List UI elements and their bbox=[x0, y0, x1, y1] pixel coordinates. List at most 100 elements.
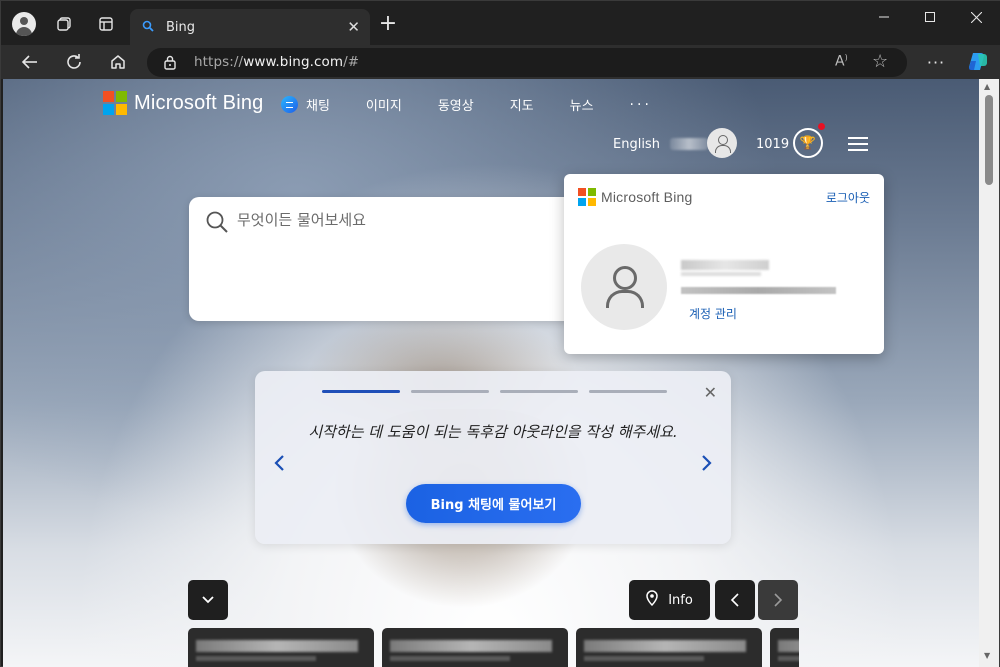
close-window-button[interactable] bbox=[953, 1, 999, 33]
minimize-icon bbox=[879, 16, 889, 18]
page-scrollbar[interactable]: ▲ ▼ bbox=[979, 79, 999, 667]
image-info-button[interactable]: Info bbox=[629, 580, 710, 620]
nav-videos-label: 동영상 bbox=[437, 99, 474, 114]
news-card[interactable] bbox=[576, 628, 762, 667]
chevron-right-icon[interactable] bbox=[701, 453, 713, 477]
profile-icon bbox=[12, 12, 36, 36]
url-text[interactable]: https://www.bing.com/# bbox=[194, 54, 359, 70]
ask-bing-chat-button[interactable]: Bing 채팅에 물어보기 bbox=[406, 484, 581, 523]
bing-logo[interactable]: Microsoft Bing bbox=[103, 91, 264, 115]
account-email-redacted bbox=[681, 287, 836, 294]
nav-images-label: 이미지 bbox=[365, 99, 402, 114]
microsoft-logo-icon bbox=[103, 91, 127, 115]
account-dropdown: Microsoft Bing 로그아웃 계정 관리 bbox=[564, 174, 884, 354]
language-link[interactable]: English bbox=[613, 137, 660, 152]
info-label: Info bbox=[668, 592, 693, 608]
hamburger-menu-icon[interactable] bbox=[848, 137, 868, 151]
next-image-button[interactable] bbox=[758, 580, 798, 620]
search-icon[interactable] bbox=[205, 210, 229, 238]
search-box[interactable] bbox=[189, 197, 585, 321]
news-card-sub-redacted bbox=[196, 656, 316, 661]
news-card-title-redacted bbox=[778, 640, 799, 652]
user-name-redacted[interactable] bbox=[670, 138, 708, 150]
avatar[interactable] bbox=[707, 128, 737, 158]
browser-window: Bing ✕ + https://www.bing.com/# A) ☆ ···… bbox=[0, 0, 1000, 667]
manage-account-link[interactable]: 계정 관리 bbox=[689, 305, 737, 322]
tip-progress-step bbox=[322, 390, 400, 393]
nav-more-label: ··· bbox=[629, 96, 652, 113]
news-card[interactable] bbox=[382, 628, 568, 667]
copilot-icon bbox=[969, 53, 987, 70]
rewards-points[interactable]: 1019 bbox=[756, 137, 789, 152]
scroll-down-icon[interactable]: ▼ bbox=[984, 651, 990, 660]
header-account-area: English 1019 🏆 bbox=[603, 123, 903, 161]
notification-dot bbox=[818, 123, 825, 130]
nav-images[interactable]: 이미지 bbox=[366, 95, 402, 114]
maximize-icon bbox=[925, 12, 935, 22]
nav-maps[interactable]: 지도 bbox=[510, 95, 534, 114]
chevron-left-icon bbox=[730, 593, 739, 607]
tip-progress-step bbox=[589, 390, 667, 393]
back-arrow-icon bbox=[21, 55, 37, 69]
favorite-star-icon[interactable]: ☆ bbox=[872, 51, 888, 72]
reload-button[interactable] bbox=[59, 48, 89, 76]
more-icon: ··· bbox=[926, 52, 946, 72]
nav-maps-label: 지도 bbox=[509, 99, 534, 114]
copilot-button[interactable] bbox=[963, 48, 993, 76]
tab-actions-icon bbox=[99, 17, 113, 31]
account-name-redacted bbox=[681, 260, 769, 270]
location-pin-icon bbox=[646, 590, 658, 610]
nav-videos[interactable]: 동영상 bbox=[438, 95, 474, 114]
nav-chat-label: 채팅 bbox=[306, 99, 330, 114]
read-aloud-icon[interactable]: A) bbox=[835, 53, 848, 70]
workspaces-button[interactable] bbox=[49, 9, 79, 39]
url-path: /# bbox=[343, 54, 360, 70]
bing-logo-text: Microsoft Bing bbox=[134, 91, 264, 114]
url-scheme: https:// bbox=[194, 54, 244, 70]
minimize-button[interactable] bbox=[861, 1, 907, 33]
signout-link[interactable]: 로그아웃 bbox=[826, 189, 870, 206]
home-button[interactable] bbox=[103, 48, 133, 76]
reload-icon bbox=[67, 54, 81, 69]
nav-more[interactable]: ··· bbox=[630, 97, 652, 113]
news-cards bbox=[188, 628, 799, 667]
workspaces-icon bbox=[57, 17, 71, 31]
news-card[interactable] bbox=[188, 628, 374, 667]
nav-news-label: 뉴스 bbox=[569, 99, 594, 114]
tab-strip: Bing ✕ + bbox=[1, 1, 1000, 45]
search-icon bbox=[142, 20, 154, 35]
account-name-redacted-underline bbox=[681, 272, 761, 276]
scrollbar-thumb[interactable] bbox=[985, 95, 993, 185]
chevron-left-icon[interactable] bbox=[273, 453, 285, 477]
collapse-feed-button[interactable] bbox=[188, 580, 228, 620]
chevron-right-icon bbox=[774, 593, 783, 607]
profile-button[interactable] bbox=[9, 9, 39, 39]
maximize-button[interactable] bbox=[907, 1, 953, 33]
more-options-button[interactable]: ··· bbox=[921, 48, 951, 76]
close-icon bbox=[970, 11, 982, 23]
search-input[interactable] bbox=[237, 209, 557, 231]
account-panel-logo-text: Microsoft Bing bbox=[601, 189, 693, 205]
chevron-down-icon bbox=[202, 596, 214, 604]
news-card-title-redacted bbox=[584, 640, 746, 652]
back-button[interactable] bbox=[15, 48, 45, 76]
news-card-title-redacted bbox=[390, 640, 552, 652]
home-icon bbox=[111, 55, 125, 69]
nav-chat[interactable]: 채팅 bbox=[281, 95, 330, 114]
tab-bing[interactable]: Bing ✕ bbox=[130, 9, 370, 45]
lock-icon[interactable] bbox=[163, 54, 177, 74]
close-icon[interactable]: ✕ bbox=[704, 383, 717, 402]
close-tab-icon[interactable]: ✕ bbox=[347, 18, 360, 36]
address-bar[interactable]: https://www.bing.com/# A) ☆ bbox=[147, 48, 907, 77]
new-tab-button[interactable]: + bbox=[375, 11, 401, 37]
scroll-up-icon[interactable]: ▲ bbox=[984, 82, 990, 91]
browser-toolbar: https://www.bing.com/# A) ☆ ··· bbox=[1, 45, 1000, 79]
tip-text: 시작하는 데 도움이 되는 독후감 아웃라인을 작성 해주세요. bbox=[308, 423, 678, 441]
tab-actions-button[interactable] bbox=[91, 9, 121, 39]
tab-title: Bing bbox=[166, 19, 196, 35]
bing-nav: 채팅 이미지 동영상 지도 뉴스 ··· bbox=[281, 95, 688, 114]
previous-image-button[interactable] bbox=[715, 580, 755, 620]
news-card[interactable] bbox=[770, 628, 799, 667]
nav-news[interactable]: 뉴스 bbox=[570, 95, 594, 114]
rewards-trophy-icon[interactable]: 🏆 bbox=[793, 128, 823, 158]
